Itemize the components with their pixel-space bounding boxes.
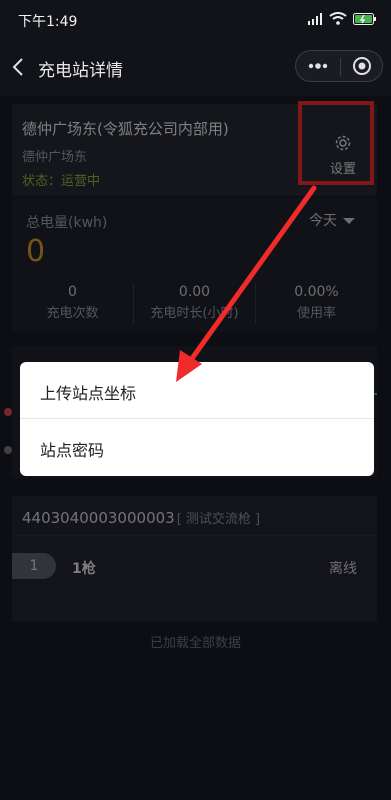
navigation-bar: 充电站详情 <box>0 40 391 96</box>
status-bar: 下午1:49 <box>0 0 391 40</box>
status-icons <box>307 12 377 25</box>
more-icon[interactable] <box>296 51 340 81</box>
battery-icon <box>353 12 376 25</box>
signal-icon <box>308 12 322 25</box>
close-mini-program-icon[interactable] <box>340 51 384 81</box>
status-time: 下午1:49 <box>18 14 78 30</box>
mini-program-capsule <box>295 50 383 82</box>
page-title: 充电站详情 <box>38 61 123 81</box>
menu-item-label: 上传站点坐标 <box>40 384 137 403</box>
menu-item-station-password[interactable]: 站点密码 <box>20 419 374 476</box>
back-arrow-icon[interactable] <box>8 56 30 78</box>
action-menu: 上传站点坐标 站点密码 <box>20 362 374 476</box>
menu-item-upload-coordinates[interactable]: 上传站点坐标 <box>20 362 374 419</box>
menu-item-label: 站点密码 <box>40 441 105 460</box>
wifi-icon <box>329 12 347 25</box>
